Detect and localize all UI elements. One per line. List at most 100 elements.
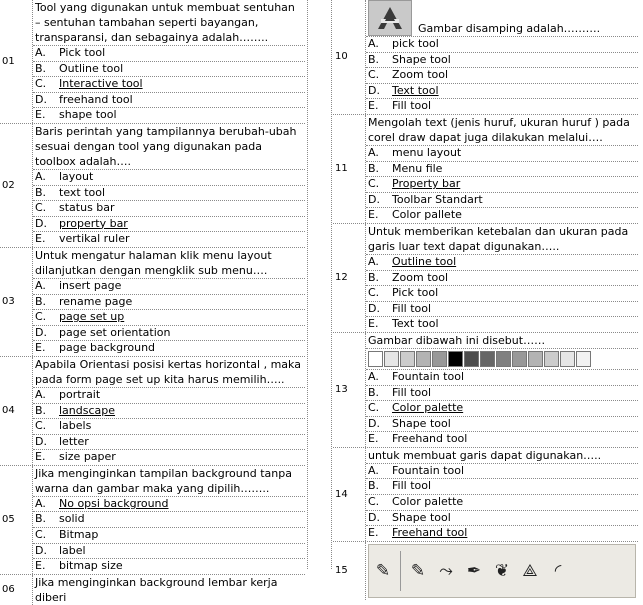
option-c: C. status bar: [33, 201, 305, 217]
option-e: E. Freehand tool: [368, 432, 468, 446]
question-06: 06 Jika menginginkan background lembar k…: [0, 574, 305, 605]
option-c: C. Interactive tool: [33, 77, 305, 93]
option-e: E. bitmap size: [35, 559, 123, 573]
option-a: A. insert page: [33, 279, 305, 295]
question-number: 14: [333, 447, 366, 541]
option-b: B. text tool: [33, 186, 305, 202]
bezier-node-icon: ⤳: [439, 560, 453, 581]
option-d: D. Shape tool: [366, 511, 638, 527]
freehand-pen-icon: ✎: [375, 560, 391, 581]
option-c: C. Pick tool: [366, 286, 638, 302]
question-text: Jika menginginkan tampilan background ta…: [33, 466, 305, 497]
question-text: Gambar disamping adalah……….: [418, 22, 601, 35]
option-d: D. Fill tool: [366, 302, 638, 318]
option-a: A. Fountain tool: [366, 370, 638, 386]
option-e: E. Fill tool: [368, 99, 432, 113]
question-number: 03: [0, 247, 33, 356]
question-14: 14 untuk membuat garis dapat digunakan….…: [333, 447, 638, 542]
question-03: 03 Untuk mengatur halaman klik menu layo…: [0, 247, 305, 357]
question-text: Jika menginginkan background lembar kerj…: [35, 575, 278, 604]
question-number: 10: [333, 0, 366, 114]
palette-swatch: [400, 350, 415, 367]
question-number: 15: [333, 541, 366, 600]
question-text: Apabila Orientasi posisi kertas horizont…: [33, 357, 305, 388]
option-a: A. No opsi background: [33, 497, 305, 513]
question-05: 05 Jika menginginkan tampilan background…: [0, 465, 305, 575]
freehand-pen-icon: ✎: [410, 560, 426, 581]
option-c: C. Bitmap: [33, 528, 305, 544]
palette-swatch: [448, 350, 463, 367]
smart-draw-icon: ⟁: [522, 560, 538, 581]
option-d: D. Toolbar Standart: [366, 193, 638, 209]
option-e: E. Text tool: [368, 317, 439, 331]
option-a: A. Fountain tool: [366, 464, 638, 480]
question-text: Gambar dibawah ini disebut……: [366, 333, 638, 349]
question-number: 05: [0, 465, 33, 574]
option-c: C. page set up: [33, 310, 305, 326]
question-01: 01 Tool yang digunakan untuk membuat sen…: [0, 0, 305, 124]
palette-swatch: [384, 350, 399, 367]
question-04: 04 Apabila Orientasi posisi kertas horiz…: [0, 356, 305, 466]
question-text: Baris perintah yang tampilannya berubah-…: [33, 124, 305, 170]
question-10: 10 Gambar disamping adalah………. A. pick to…: [333, 0, 638, 115]
option-b: B. landscape: [33, 404, 305, 420]
palette-swatch: [544, 350, 559, 367]
option-b: B. Fill tool: [366, 479, 638, 496]
option-d: D. Shape tool: [366, 417, 638, 433]
option-e: E. size paper: [35, 450, 116, 464]
question-13: 13 Gambar dibawah ini disebut…… A. Founta…: [333, 332, 638, 448]
question-number: 06: [0, 574, 33, 605]
palette-swatch: [432, 350, 447, 367]
question-number: 13: [333, 332, 366, 447]
palette-swatch: [512, 350, 527, 367]
option-e: E. Color pallete: [368, 208, 462, 222]
brush-icon: ❦: [494, 560, 510, 581]
option-d: D. property bar: [33, 217, 305, 233]
question-text: Untuk memberikan ketebalan dan ukuran pa…: [366, 224, 638, 255]
option-b: B. Zoom tool: [366, 271, 638, 287]
question-text: Tool yang digunakan untuk membuat sentuh…: [33, 0, 305, 46]
pen-icon: ✒: [466, 560, 482, 581]
question-number: 04: [0, 356, 33, 465]
question-number: 11: [333, 114, 366, 223]
option-b: B. Menu file: [366, 162, 638, 178]
palette-swatch: [496, 350, 511, 367]
option-e: E. shape tool: [35, 108, 117, 122]
option-c: C. Property bar: [366, 177, 638, 193]
option-a: A. pick tool: [366, 37, 638, 53]
option-a: A. menu layout: [366, 146, 638, 162]
palette-swatch: [416, 350, 431, 367]
dimension-icon: ◜: [554, 560, 562, 581]
option-d: D. letter: [33, 435, 305, 451]
question-text: Untuk mengatur halaman klik menu layout …: [33, 248, 305, 279]
question-15: 15 ✎ ✎ ⤳ ✒ ❦ ⟁ ◜: [333, 541, 638, 600]
curve-tools-flyout-image: ✎ ✎ ⤳ ✒ ❦ ⟁ ◜: [368, 543, 636, 598]
question-text: Mengolah text (jenis huruf, ukuran huruf…: [366, 115, 638, 146]
palette-swatch: [480, 350, 495, 367]
question-number: 12: [333, 223, 366, 332]
option-a: A. portrait: [33, 388, 305, 404]
option-e: E. page background: [35, 341, 156, 355]
question-number: 02: [0, 123, 33, 247]
option-c: C. Zoom tool: [366, 68, 638, 84]
option-a: A. Outline tool: [366, 255, 638, 271]
option-c: C. Color palette: [366, 401, 638, 417]
option-d: D. Text tool: [366, 84, 638, 100]
option-b: B. Outline tool: [33, 62, 305, 78]
option-c: C. labels: [33, 419, 305, 435]
option-d: D. label: [33, 544, 305, 560]
option-b: B. rename page: [33, 295, 305, 311]
right-column: 10 Gambar disamping adalah………. A. pick to…: [333, 0, 638, 600]
question-number: 01: [0, 0, 33, 123]
question-12: 12 Untuk memberikan ketebalan dan ukuran…: [333, 223, 638, 333]
palette-swatch: [560, 350, 575, 367]
option-b: B. Shape tool: [366, 53, 638, 69]
text-tool-icon: [368, 0, 412, 36]
question-11: 11 Mengolah text (jenis huruf, ukuran hu…: [333, 114, 638, 224]
option-d: D. page set orientation: [33, 326, 305, 342]
left-column: 01 Tool yang digunakan untuk membuat sen…: [0, 0, 305, 605]
option-b: B. Fill tool: [366, 386, 638, 402]
question-text: untuk membuat garis dapat digunakan…..: [366, 448, 638, 464]
question-02: 02 Baris perintah yang tampilannya berub…: [0, 123, 305, 248]
palette-swatch: [528, 350, 543, 367]
